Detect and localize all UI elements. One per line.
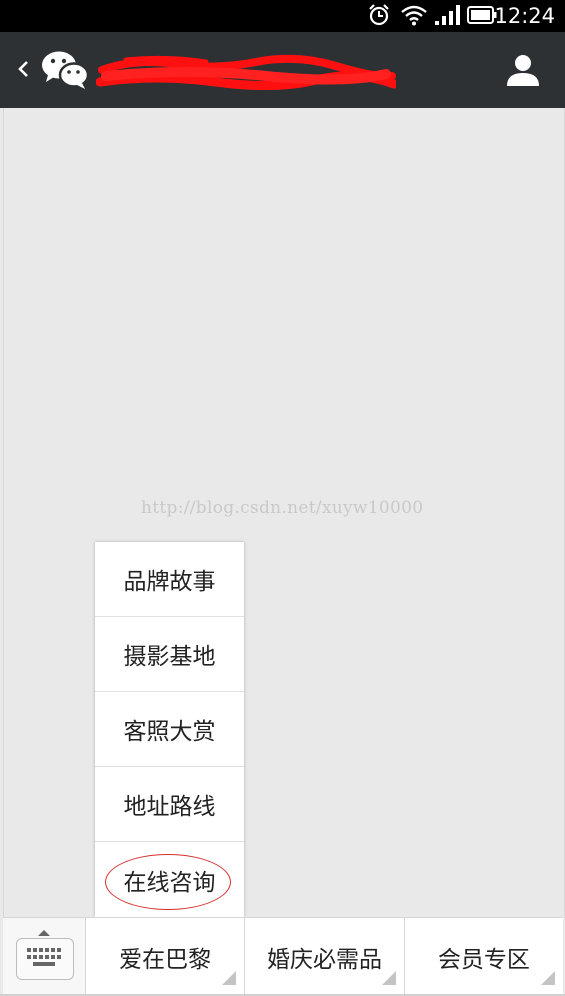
submenu-indicator-icon [381,971,396,985]
menu-button-label: 婚庆必需品 [266,946,382,973]
submenu-indicator-icon [540,971,555,985]
menu-button-wedding-essentials[interactable]: 婚庆必需品 [245,918,405,995]
bottom-menu-bar: 爱在巴黎 婚庆必需品 会员专区 [3,917,563,995]
keyboard-keys [27,948,61,966]
status-time: 12:24 [494,4,555,28]
status-bar: 12:24 [0,0,565,32]
submenu-item-label: 地址路线 [123,794,216,820]
keyboard-icon [16,938,74,980]
submenu-item-label: 摄影基地 [123,644,216,670]
keyboard-toggle-button[interactable] [3,918,86,995]
menu-button-label: 爱在巴黎 [119,946,212,973]
chevron-left-icon[interactable] [16,54,30,84]
submenu-item[interactable]: 客照大赏 [95,692,244,767]
submenu-popup: 品牌故事 摄影基地 客照大赏 地址路线 在线咨询 [95,542,244,917]
chat-header [0,32,565,108]
menu-button-member-zone[interactable]: 会员专区 [404,918,563,995]
menu-button-love-paris[interactable]: 爱在巴黎 [86,918,246,995]
highlight-circle [105,854,231,910]
submenu-item-label: 品牌故事 [123,569,216,595]
person-icon[interactable] [505,52,541,88]
menu-button-label: 会员专区 [437,946,530,973]
submenu-indicator-icon [222,971,237,985]
submenu-item[interactable]: 地址路线 [95,767,244,842]
alarm-icon [369,4,389,26]
submenu-item-label: 客照大赏 [123,719,216,745]
signal-icon [435,5,460,25]
battery-icon [467,6,497,24]
submenu-item[interactable]: 摄影基地 [95,617,244,692]
watermark: http://blog.csdn.net/xuyw10000 [141,498,424,518]
wechat-logo-icon [42,51,90,89]
redaction-scribble [96,54,396,91]
caret-up-icon [38,930,50,936]
wifi-icon [401,5,427,26]
wechat-chat-screen: 12:24 http://blog.csdn.net/xuyw10000 品牌故… [0,0,565,996]
submenu-item-online-consult[interactable]: 在线咨询 [95,842,244,917]
submenu-item[interactable]: 品牌故事 [95,542,244,617]
